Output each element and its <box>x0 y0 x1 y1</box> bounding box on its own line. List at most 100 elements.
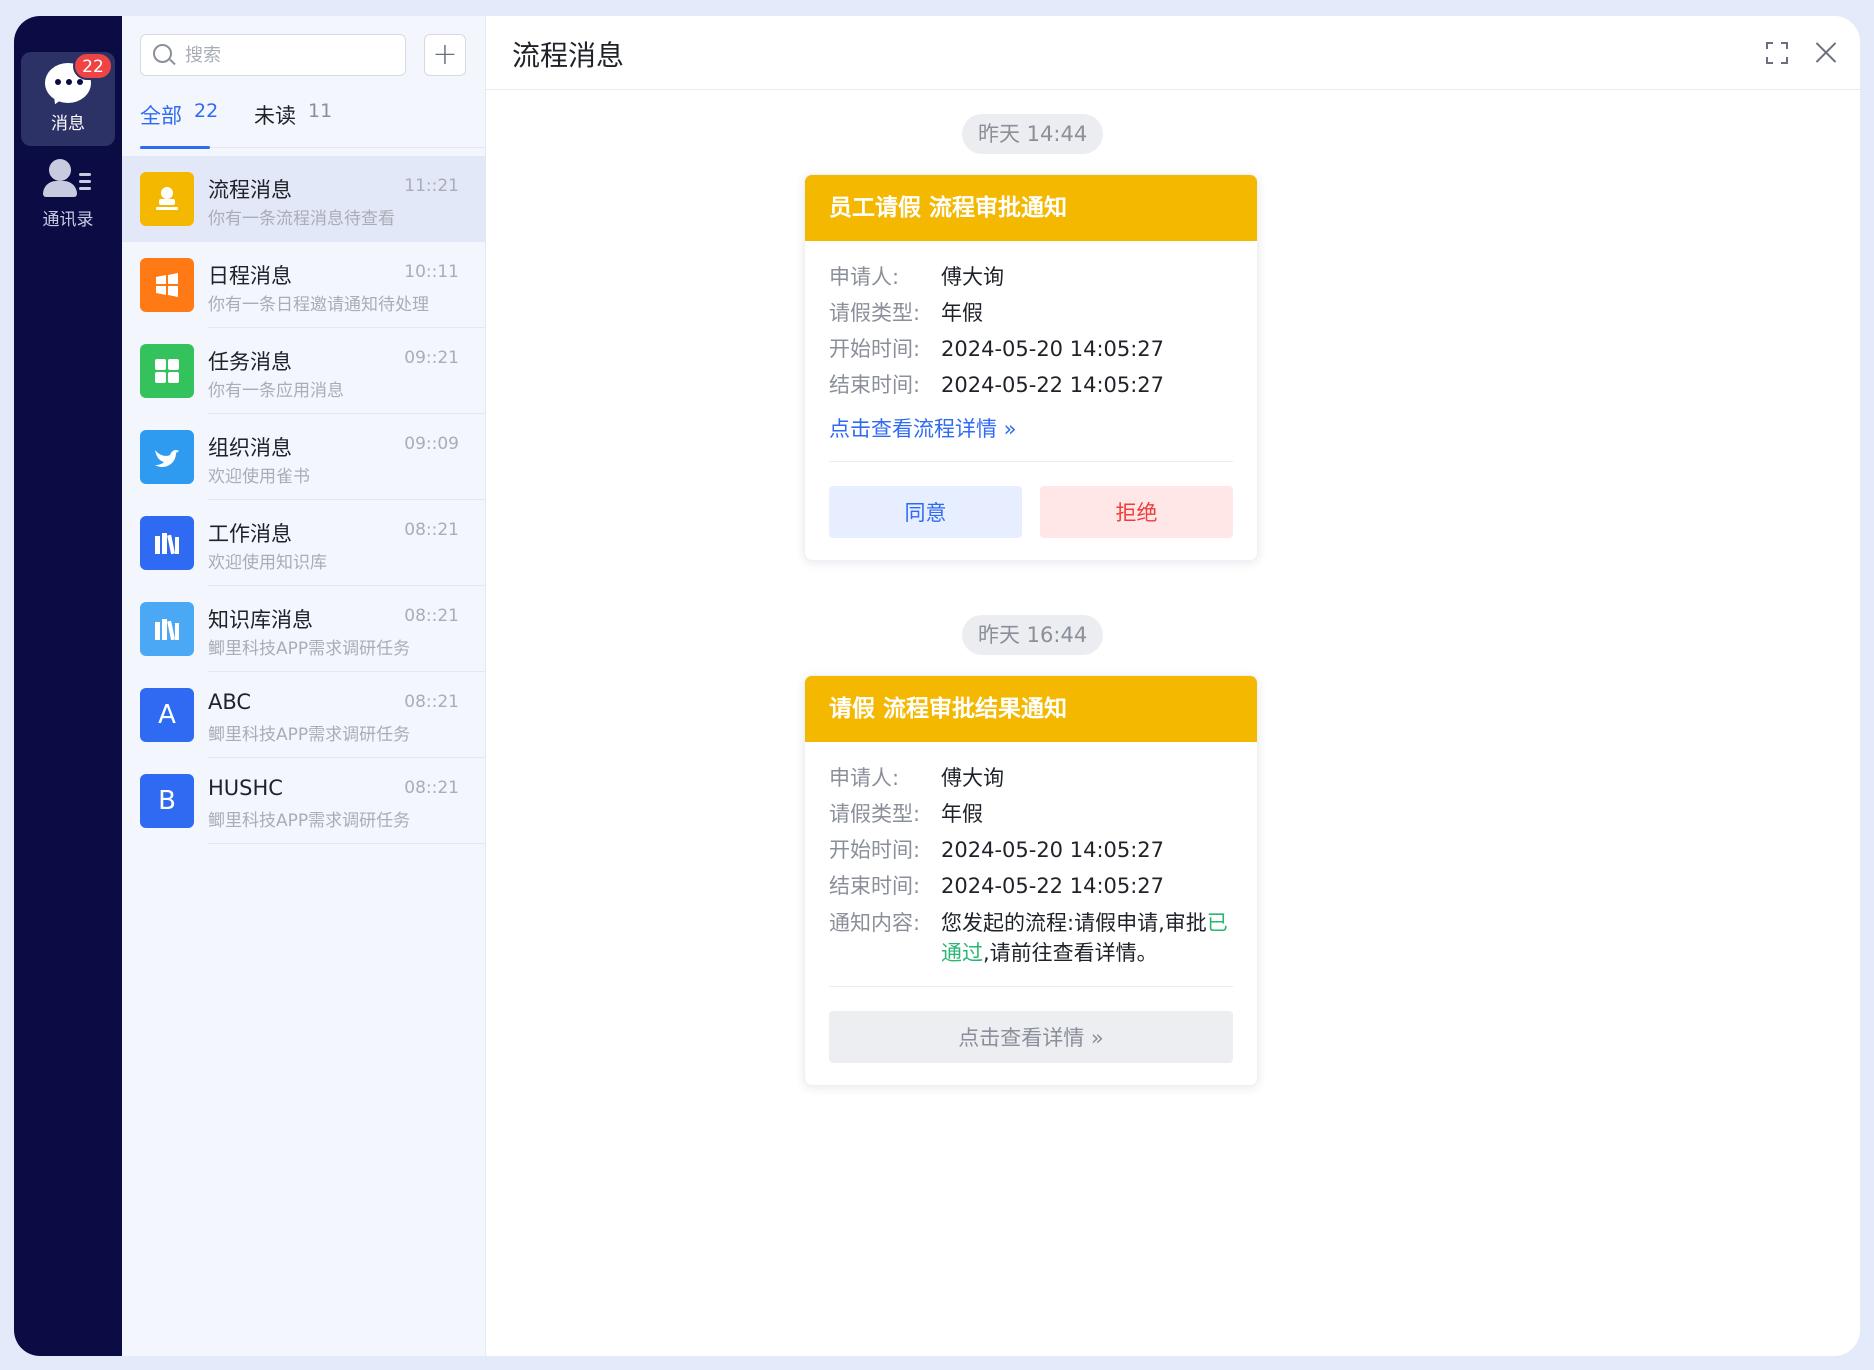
field-label: 请假类型: <box>829 301 921 325</box>
close-icon[interactable] <box>1812 38 1840 66</box>
field-value: 年假 <box>941 802 983 826</box>
tab-unread-count: 11 <box>308 100 333 122</box>
page-title: 流程消息 <box>512 39 625 72</box>
field-row: 申请人: 傅大询 <box>829 760 1233 796</box>
letter-a-icon: A <box>140 688 194 742</box>
item-title: 日程消息 <box>208 264 292 288</box>
person-stamp-icon <box>140 172 194 226</box>
item-title: 工作消息 <box>208 522 292 546</box>
item-time: 09::09 <box>404 434 459 454</box>
notice-content: 您发起的流程:请假申请,审批已通过,请前往查看详情。 <box>941 908 1233 968</box>
field-row: 结束时间: 2024-05-22 14:05:27 <box>829 367 1233 403</box>
nav-contacts-label: 通讯录 <box>42 210 94 230</box>
unread-badge: 22 <box>73 52 113 80</box>
list-item[interactable]: 工作消息 08::21 欢迎使用知识库 <box>122 500 485 586</box>
item-time: 10::11 <box>404 262 459 282</box>
app-window: 22 消息 通讯录 + 全部 22 未读 11 <box>14 16 1860 1356</box>
nav-contacts[interactable]: 通讯录 <box>21 148 115 242</box>
conversation-pane: 流程消息 昨天 14:44 员工请假 流程审批通知 申请人: 傅大询 请假类型: 年… <box>486 16 1860 1356</box>
search-input[interactable] <box>185 44 385 66</box>
item-preview: 你有一条应用消息 <box>208 381 344 401</box>
notice-content-row: 通知内容: 您发起的流程:请假申请,审批已通过,请前往查看详情。 <box>829 904 1233 968</box>
timestamp-pill: 昨天 16:44 <box>962 615 1104 655</box>
list-item[interactable]: A ABC 08::21 鲫里科技APP需求调研任务 <box>122 672 485 758</box>
view-process-details-link[interactable]: 点击查看流程详情 » <box>829 413 1017 443</box>
item-title: 任务消息 <box>208 350 292 374</box>
timestamp-pill: 昨天 14:44 <box>962 114 1104 154</box>
search-box[interactable] <box>140 34 406 76</box>
view-details-button[interactable]: 点击查看详情 » <box>829 1011 1233 1063</box>
field-value: 2024-05-20 14:05:27 <box>941 838 1165 862</box>
letter-b-icon: B <box>140 774 194 828</box>
card-title: 员工请假 流程审批通知 <box>805 175 1257 241</box>
nav-messages[interactable]: 22 消息 <box>21 52 115 146</box>
list-item[interactable]: B HUSHC 08::21 鲫里科技APP需求调研任务 <box>122 758 485 844</box>
reject-button[interactable]: 拒绝 <box>1040 486 1233 538</box>
field-row: 申请人: 傅大询 <box>829 259 1233 295</box>
item-time: 09::21 <box>404 348 459 368</box>
list-item[interactable]: 组织消息 09::09 欢迎使用雀书 <box>122 414 485 500</box>
list-item[interactable]: 任务消息 09::21 你有一条应用消息 <box>122 328 485 414</box>
message-list-panel: + 全部 22 未读 11 流程消息 11::21 你有一条流程消息待查看 <box>122 16 486 1356</box>
item-title: 知识库消息 <box>208 608 313 632</box>
grid-icon <box>140 344 194 398</box>
field-label: 请假类型: <box>829 802 921 826</box>
field-value: 傅大询 <box>941 265 1004 289</box>
field-value: 年假 <box>941 301 983 325</box>
add-button[interactable]: + <box>424 34 466 76</box>
plus-icon: + <box>432 37 458 72</box>
filter-tabs: 全部 22 未读 11 <box>140 94 485 149</box>
field-row: 请假类型: 年假 <box>829 796 1233 832</box>
field-value: 2024-05-22 14:05:27 <box>941 373 1165 397</box>
field-row: 请假类型: 年假 <box>829 295 1233 331</box>
item-preview: 鲫里科技APP需求调研任务 <box>208 725 411 745</box>
item-time: 08::21 <box>404 606 459 626</box>
tab-unread[interactable]: 未读 11 <box>254 94 332 148</box>
books-icon <box>140 602 194 656</box>
tab-all-count: 22 <box>194 100 219 122</box>
nav-messages-label: 消息 <box>51 114 85 134</box>
tab-unread-label: 未读 <box>254 104 296 128</box>
item-preview: 欢迎使用知识库 <box>208 553 327 573</box>
field-value: 2024-05-22 14:05:27 <box>941 874 1165 898</box>
field-row: 结束时间: 2024-05-22 14:05:27 <box>829 868 1233 904</box>
field-label: 申请人: <box>829 265 900 289</box>
expand-icon[interactable] <box>1766 42 1788 64</box>
card-title: 请假 流程审批结果通知 <box>805 676 1257 742</box>
calendar-icon <box>140 258 194 312</box>
item-title: ABC <box>208 690 252 714</box>
item-time: 08::21 <box>404 778 459 798</box>
agree-button[interactable]: 同意 <box>829 486 1022 538</box>
search-icon <box>153 44 176 66</box>
field-label: 结束时间: <box>829 373 921 397</box>
item-title: HUSHC <box>208 776 283 800</box>
notice-text-tail: ,请前往查看详情。 <box>983 941 1158 965</box>
list-item[interactable]: 知识库消息 08::21 鲫里科技APP需求调研任务 <box>122 586 485 672</box>
item-preview: 你有一条流程消息待查看 <box>208 209 395 229</box>
item-title: 组织消息 <box>208 436 292 460</box>
item-title: 流程消息 <box>208 178 292 202</box>
bird-icon <box>140 430 194 484</box>
field-value: 2024-05-20 14:05:27 <box>941 337 1165 361</box>
field-label: 结束时间: <box>829 874 921 898</box>
field-value: 傅大询 <box>941 766 1004 790</box>
item-preview: 你有一条日程邀请通知待处理 <box>208 295 429 315</box>
item-preview: 欢迎使用雀书 <box>208 467 310 487</box>
nav-rail: 22 消息 通讯录 <box>14 16 122 1356</box>
tab-all[interactable]: 全部 22 <box>140 94 219 149</box>
tab-all-label: 全部 <box>140 104 182 128</box>
field-row: 开始时间: 2024-05-20 14:05:27 <box>829 832 1233 868</box>
result-card: 请假 流程审批结果通知 申请人: 傅大询 请假类型: 年假 开始时间: 2024-05… <box>804 675 1258 1086</box>
conversation-list: 流程消息 11::21 你有一条流程消息待查看 日程消息 10::11 你有一条… <box>122 156 485 844</box>
item-preview: 鲫里科技APP需求调研任务 <box>208 639 411 659</box>
approval-card: 员工请假 流程审批通知 申请人: 傅大询 请假类型: 年假 开始时间: 2024-05… <box>804 174 1258 561</box>
list-item[interactable]: 日程消息 10::11 你有一条日程邀请通知待处理 <box>122 242 485 328</box>
item-time: 08::21 <box>404 692 459 712</box>
item-time: 11::21 <box>404 176 459 196</box>
field-label: 开始时间: <box>829 838 921 862</box>
notice-text: 您发起的流程:请假申请,审批 <box>941 911 1207 935</box>
list-item[interactable]: 流程消息 11::21 你有一条流程消息待查看 <box>122 156 485 242</box>
field-row: 开始时间: 2024-05-20 14:05:27 <box>829 331 1233 367</box>
field-label: 开始时间: <box>829 337 921 361</box>
field-label: 通知内容: <box>829 911 921 935</box>
